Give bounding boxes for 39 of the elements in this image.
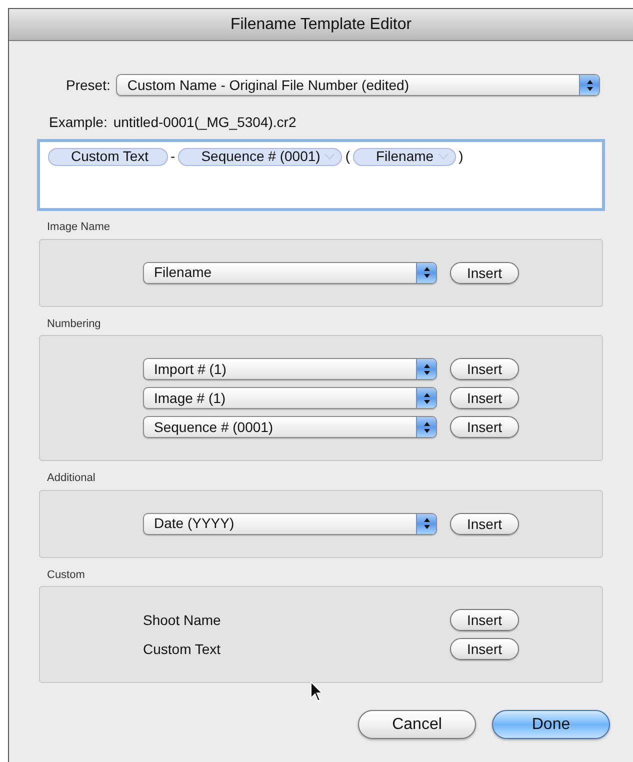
stepper-icon (579, 75, 600, 95)
push-button[interactable]: Insert (450, 609, 520, 631)
push-button[interactable]: Cancel (358, 710, 476, 739)
popup-menu[interactable]: Filename (143, 262, 437, 284)
stepper-icon (416, 417, 436, 437)
section-title: Numbering (46, 316, 102, 332)
popup-menu[interactable]: Image # (1) (143, 387, 437, 409)
example-label: Example: (49, 113, 108, 132)
popup-menu[interactable]: Import # (1) (143, 358, 437, 380)
stepper-icon (416, 262, 436, 282)
preset-label: Preset: (66, 76, 110, 94)
section-title: Additional (46, 471, 96, 486)
stepper-icon (416, 388, 436, 408)
example-value: untitled-0001(_MG_5304).cr2 (113, 113, 296, 132)
default-button[interactable]: Done (492, 710, 610, 739)
section-title: Image Name (46, 220, 111, 235)
separator-text: ) (458, 147, 464, 166)
cursor-icon (310, 681, 324, 702)
template-field[interactable]: Custom Text - Sequence # (0001) ( Filename ) (37, 139, 605, 211)
template-token[interactable]: Sequence # (0001) (178, 148, 342, 166)
stepper-icon (416, 359, 436, 379)
popup-menu[interactable]: Custom Name - Original File Number (edited) (116, 74, 600, 96)
popup-menu[interactable]: Sequence # (0001) (143, 416, 437, 438)
stepper-icon (416, 514, 436, 534)
push-button[interactable]: Insert (450, 358, 520, 380)
push-button[interactable]: Insert (450, 638, 520, 660)
section-title: Custom (46, 568, 86, 582)
push-button[interactable]: Insert (450, 416, 520, 438)
popup-menu[interactable]: Date (YYYY) (143, 512, 437, 534)
push-button[interactable]: Insert (450, 512, 520, 534)
window-title: Filename Template Editor (230, 14, 412, 34)
push-button[interactable]: Insert (450, 387, 520, 409)
field-label: Custom Text (143, 640, 222, 658)
field-label: Shoot Name (143, 610, 222, 630)
template-token[interactable]: Custom Text (48, 148, 168, 166)
push-button[interactable]: Insert (450, 262, 520, 284)
separator-text: - (170, 147, 176, 166)
template-token[interactable]: Filename (352, 148, 456, 166)
separator-text: ( (344, 147, 351, 166)
